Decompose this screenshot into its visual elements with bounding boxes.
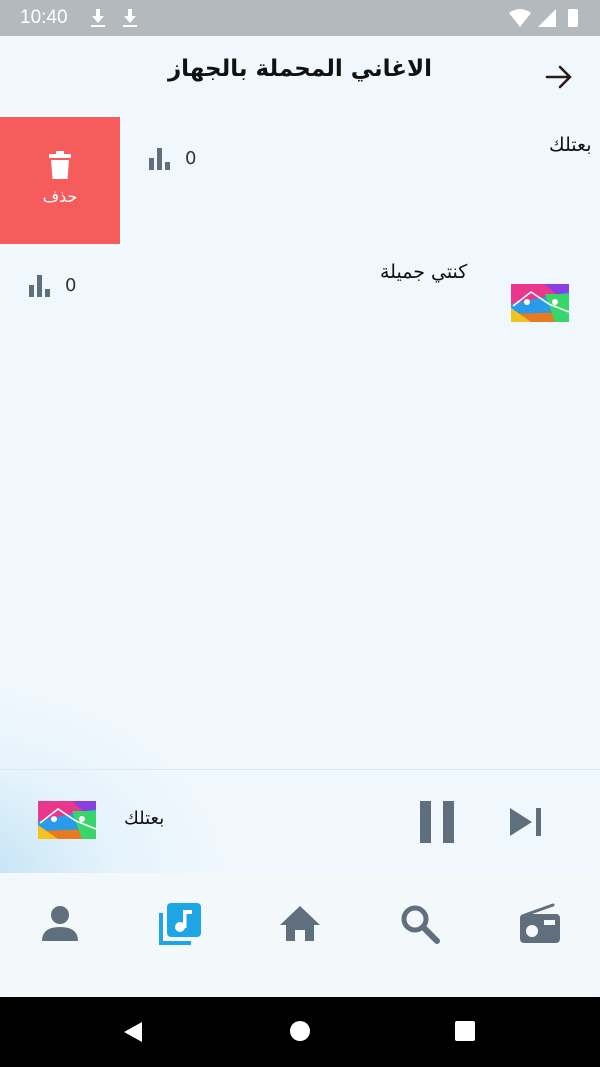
signal-icon	[538, 9, 556, 27]
now-playing-title: بعتلك	[124, 808, 165, 829]
home-icon[interactable]	[279, 903, 321, 945]
bar-chart-icon	[29, 275, 50, 297]
song-row[interactable]: بعتلك 0	[0, 117, 600, 227]
back-triangle-icon[interactable]	[122, 1021, 144, 1043]
now-playing-bar[interactable]: بعتلك	[0, 769, 600, 873]
radio-icon[interactable]	[519, 903, 561, 945]
download-icon	[91, 9, 105, 27]
system-status-icons	[509, 9, 578, 27]
skip-next-icon[interactable]	[508, 806, 544, 838]
header: الاغاني المحملة بالجهاز	[0, 36, 600, 116]
song-artwork	[511, 284, 569, 322]
play-count-value: 0	[185, 148, 197, 169]
search-icon[interactable]	[399, 903, 441, 945]
home-circle-icon[interactable]	[289, 1020, 311, 1042]
downloads-screen: الاغاني المحملة بالجهاز حذف بعتلك 0 كنتي…	[0, 36, 600, 873]
play-count-value: 0	[65, 275, 77, 296]
bottom-navigation	[0, 873, 600, 997]
page-title: الاغاني المحملة بالجهاز	[167, 56, 433, 82]
person-icon[interactable]	[39, 903, 81, 945]
song-title: كنتي جميلة	[380, 261, 468, 283]
song-row[interactable]: كنتي جميلة 0	[0, 246, 600, 356]
play-count: 0	[149, 148, 209, 172]
wifi-icon	[509, 9, 531, 27]
back-arrow-icon[interactable]	[544, 62, 574, 92]
music-library-icon[interactable]	[159, 903, 201, 945]
pause-icon[interactable]	[418, 801, 456, 843]
status-bar: 10:40	[0, 0, 600, 36]
battery-icon	[568, 9, 578, 27]
song-title: بعتلك	[549, 134, 592, 156]
bar-chart-icon	[149, 148, 170, 170]
status-time: 10:40	[20, 7, 68, 28]
play-count: 0	[29, 275, 89, 299]
download-icon	[123, 9, 137, 27]
recents-square-icon[interactable]	[454, 1020, 476, 1042]
now-playing-artwork	[38, 801, 96, 839]
android-nav-bar	[0, 997, 600, 1067]
